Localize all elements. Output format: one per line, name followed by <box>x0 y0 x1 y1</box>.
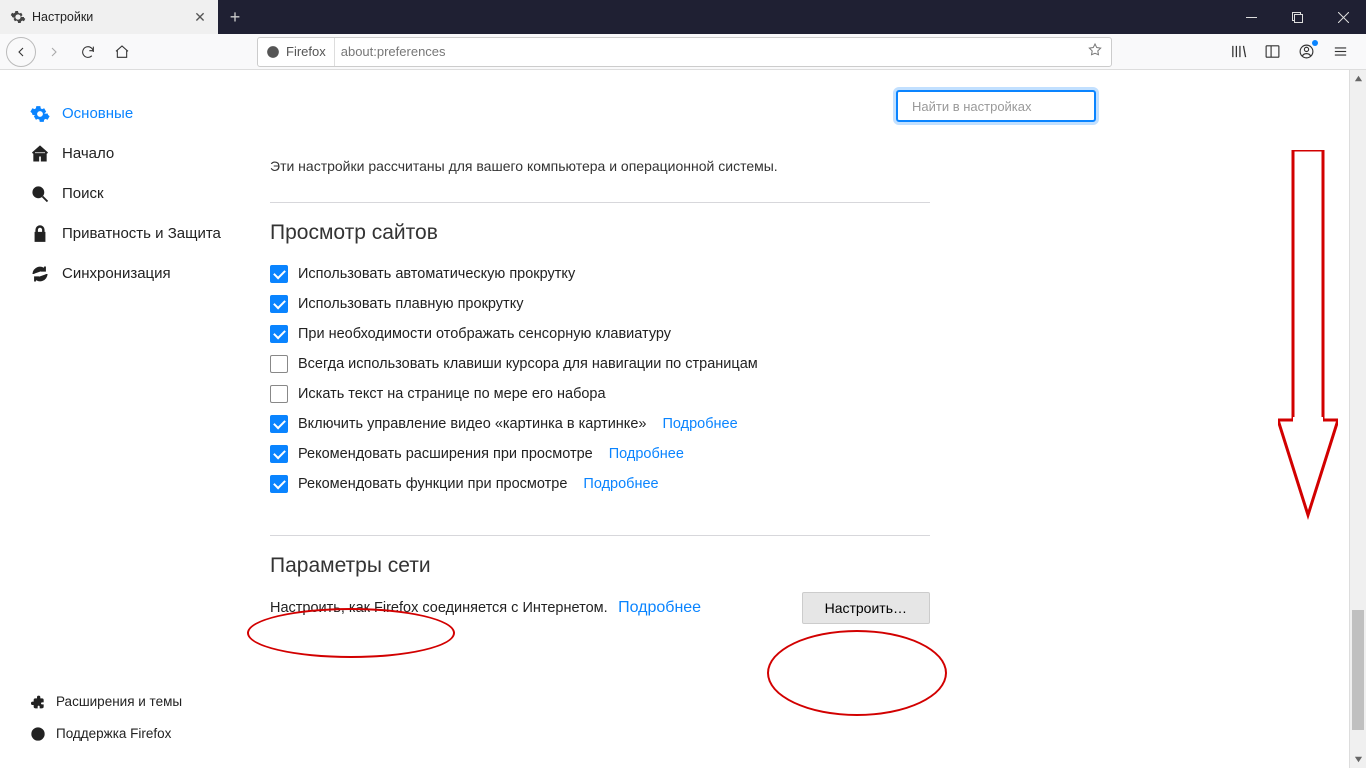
sidebar-item-privacy[interactable]: Приватность и Защита <box>30 214 240 254</box>
checkbox-label: Включить управление видео «картинка в ка… <box>298 416 646 432</box>
scroll-up-arrow[interactable] <box>1350 70 1366 87</box>
checkbox[interactable] <box>270 475 288 493</box>
reload-button[interactable] <box>72 37 104 67</box>
tab-close-button[interactable]: ✕ <box>192 9 208 25</box>
checkbox[interactable] <box>270 415 288 433</box>
new-tab-button[interactable]: + <box>218 0 252 34</box>
sidebar-label: Основные <box>62 105 133 123</box>
back-button[interactable] <box>6 37 36 67</box>
window-controls <box>1228 0 1366 34</box>
categories-sidebar: Основные Начало Поиск Приватность и Защи… <box>0 70 240 768</box>
checkbox[interactable] <box>270 355 288 373</box>
browsing-section-title: Просмотр сайтов <box>270 221 930 245</box>
firefox-icon <box>266 45 280 59</box>
sync-icon <box>30 264 50 284</box>
checkbox[interactable] <box>270 325 288 343</box>
sidebar-label: Приватность и Защита <box>62 225 221 243</box>
bookmark-star-icon[interactable] <box>1087 42 1103 61</box>
sidebar-label: Начало <box>62 145 114 163</box>
checkbox-label: Использовать автоматическую прокрутку <box>298 266 575 282</box>
sidebar-item-sync[interactable]: Синхронизация <box>30 254 240 294</box>
lock-icon <box>30 224 50 244</box>
checkbox-label: Использовать плавную прокрутку <box>298 296 523 312</box>
gear-icon <box>30 104 50 124</box>
checkbox-label: Рекомендовать расширения при просмотре <box>298 446 593 462</box>
nav-toolbar: Firefox about:preferences <box>0 34 1366 70</box>
sidebar-label: Расширения и темы <box>56 694 182 710</box>
checkbox-label: Искать текст на странице по мере его наб… <box>298 386 606 402</box>
checkbox-label: Всегда использовать клавиши курсора для … <box>298 356 758 372</box>
titlebar: Настройки ✕ + <box>0 0 1366 34</box>
preferences-search[interactable] <box>896 90 1096 122</box>
search-icon <box>30 184 50 204</box>
checkbox-label: При необходимости отображать сенсорную к… <box>298 326 671 342</box>
gear-icon <box>10 9 26 25</box>
home-button[interactable] <box>106 37 138 67</box>
sidebar-label: Поиск <box>62 185 104 203</box>
intro-text: Эти настройки рассчитаны для вашего комп… <box>270 158 1326 174</box>
network-section-title: Параметры сети <box>270 554 930 578</box>
checkbox-touchkeyboard[interactable]: При необходимости отображать сенсорную к… <box>270 319 930 349</box>
puzzle-icon <box>30 694 46 710</box>
checkbox[interactable] <box>270 265 288 283</box>
checkbox-recommend-features[interactable]: Рекомендовать функции при просмотре Подр… <box>270 469 930 499</box>
scroll-down-arrow[interactable] <box>1350 751 1366 768</box>
url-text: about:preferences <box>341 44 1081 59</box>
url-bar[interactable]: Firefox about:preferences <box>257 37 1112 67</box>
scroll-thumb[interactable] <box>1352 610 1364 730</box>
network-learn-more-link[interactable]: Подробнее <box>618 599 701 616</box>
help-icon <box>30 726 46 742</box>
checkbox[interactable] <box>270 385 288 403</box>
checkbox[interactable] <box>270 445 288 463</box>
search-input[interactable] <box>912 99 1088 114</box>
maximize-button[interactable] <box>1274 0 1320 34</box>
app-menu-button[interactable] <box>1324 37 1356 67</box>
minimize-button[interactable] <box>1228 0 1274 34</box>
checkbox[interactable] <box>270 295 288 313</box>
home-icon <box>30 144 50 164</box>
checkbox-caret-browsing[interactable]: Всегда использовать клавиши курсора для … <box>270 349 930 379</box>
checkbox-smoothscroll[interactable]: Использовать плавную прокрутку <box>270 289 930 319</box>
library-button[interactable] <box>1222 37 1254 67</box>
separator <box>270 202 930 203</box>
network-settings-button[interactable]: Настроить… <box>802 592 930 624</box>
learn-more-link[interactable]: Подробнее <box>609 446 684 462</box>
identity-box[interactable]: Firefox <box>266 38 335 66</box>
checkbox-autoscroll[interactable]: Использовать автоматическую прокрутку <box>270 259 930 289</box>
checkbox-label: Рекомендовать функции при просмотре <box>298 476 567 492</box>
tab-title: Настройки <box>32 10 186 24</box>
learn-more-link[interactable]: Подробнее <box>662 416 737 432</box>
forward-button[interactable] <box>38 37 70 67</box>
close-window-button[interactable] <box>1320 0 1366 34</box>
preferences-content: Основные Начало Поиск Приватность и Защи… <box>0 70 1366 768</box>
sidebar-label: Поддержка Firefox <box>56 726 171 742</box>
browser-tab[interactable]: Настройки ✕ <box>0 0 218 34</box>
sidebar-item-extensions[interactable]: Расширения и темы <box>30 686 182 718</box>
separator <box>270 535 930 536</box>
checkbox-pip[interactable]: Включить управление видео «картинка в ка… <box>270 409 930 439</box>
network-description: Настроить, как Firefox соединяется с Инт… <box>270 600 608 616</box>
sidebar-label: Синхронизация <box>62 265 171 283</box>
sidebar-item-home[interactable]: Начало <box>30 134 240 174</box>
vertical-scrollbar[interactable] <box>1349 70 1366 768</box>
sidebar-item-support[interactable]: Поддержка Firefox <box>30 718 182 750</box>
main-pane: Эти настройки рассчитаны для вашего комп… <box>240 70 1366 768</box>
checkbox-search-as-type[interactable]: Искать текст на странице по мере его наб… <box>270 379 930 409</box>
identity-label: Firefox <box>286 44 326 59</box>
checkbox-recommend-extensions[interactable]: Рекомендовать расширения при просмотре П… <box>270 439 930 469</box>
learn-more-link[interactable]: Подробнее <box>583 476 658 492</box>
sidebar-toggle-button[interactable] <box>1256 37 1288 67</box>
account-button[interactable] <box>1290 37 1322 67</box>
sidebar-item-search[interactable]: Поиск <box>30 174 240 214</box>
sidebar-item-general[interactable]: Основные <box>30 94 240 134</box>
